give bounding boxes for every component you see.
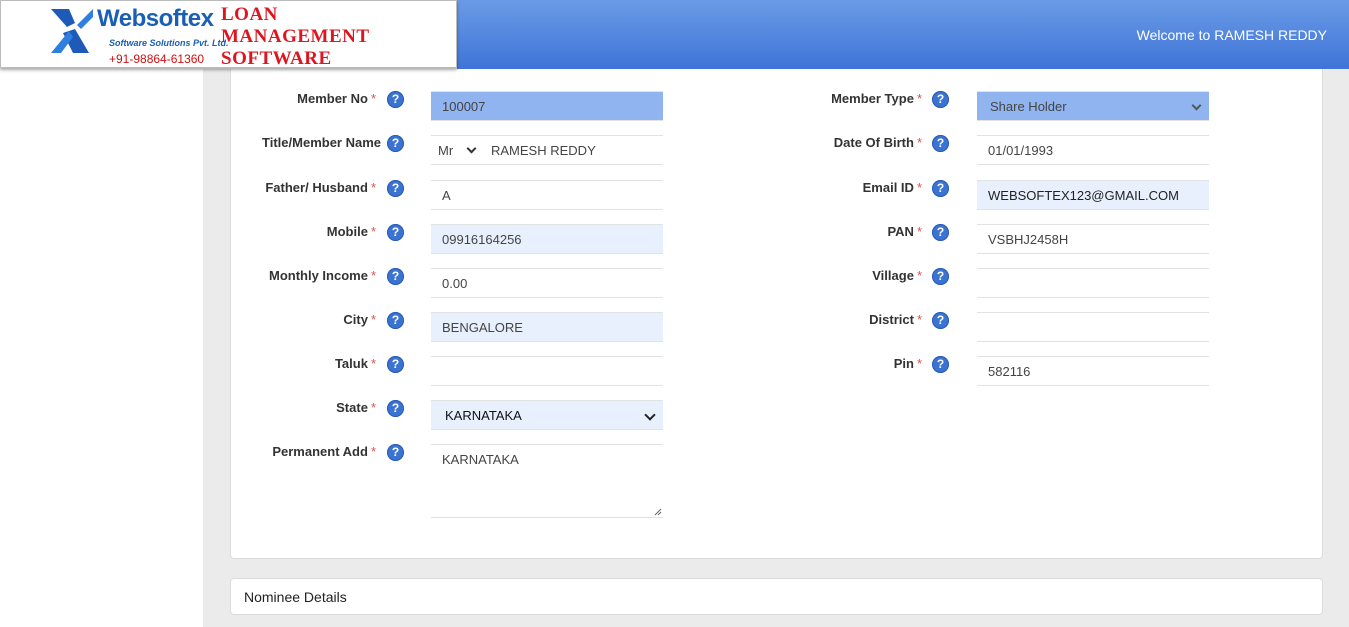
help-icon[interactable]: ?	[387, 268, 404, 285]
help-icon[interactable]: ?	[932, 268, 949, 285]
pin-label: Pin *	[893, 356, 922, 371]
state-label: State *	[336, 400, 376, 415]
help-icon[interactable]: ?	[387, 444, 404, 461]
help-icon[interactable]: ?	[387, 312, 404, 329]
help-icon[interactable]: ?	[387, 400, 404, 417]
help-icon[interactable]: ?	[932, 224, 949, 241]
member-type-label: Member Type *	[831, 91, 922, 106]
title-member-name-label: Title/Member Name	[262, 135, 381, 150]
member-type-select[interactable]: Share Holder	[977, 91, 1209, 121]
brand-name: Websoftex	[97, 5, 214, 32]
monthly-income-field[interactable]: 0.00	[431, 268, 663, 298]
taluk-label: Taluk *	[334, 356, 376, 371]
main-content: Member No * ? 100007 Title/Member Name ? …	[203, 69, 1349, 627]
member-name-input[interactable]: RAMESH REDDY	[491, 143, 596, 158]
help-icon[interactable]: ?	[932, 180, 949, 197]
brand-subtitle: Software Solutions Pvt. Ltd.	[109, 38, 229, 48]
product-title-line3: SOFTWARE	[221, 48, 332, 69]
member-no-label: Member No *	[297, 91, 376, 106]
help-icon[interactable]: ?	[387, 224, 404, 241]
top-bar: Welcome to RAMESH REDDY	[457, 0, 1349, 69]
logo[interactable]: Websoftex Software Solutions Pvt. Ltd. +…	[0, 0, 457, 70]
father-husband-label: Father/ Husband *	[265, 180, 376, 195]
help-icon[interactable]: ?	[932, 91, 949, 108]
sidebar	[0, 69, 203, 627]
city-field[interactable]: BENGALORE	[431, 312, 663, 342]
help-icon[interactable]: ?	[387, 356, 404, 373]
pin-field[interactable]: 582116	[977, 356, 1209, 386]
resize-handle-icon[interactable]	[654, 508, 662, 516]
title-select[interactable]: Mr	[438, 143, 453, 158]
permanent-address-textarea[interactable]: KARNATAKA	[431, 444, 663, 518]
district-label: District *	[869, 312, 922, 327]
brand-phone: +91-98864-61360	[109, 52, 205, 66]
member-no-field[interactable]: 100007	[431, 91, 663, 121]
village-field[interactable]	[977, 268, 1209, 298]
chevron-down-icon	[466, 143, 477, 154]
father-husband-field[interactable]: A	[431, 180, 663, 210]
websoftex-logo-icon	[51, 9, 93, 53]
date-of-birth-field[interactable]: 01/01/1993	[977, 135, 1209, 165]
member-name-field[interactable]: Mr RAMESH REDDY	[431, 135, 663, 165]
member-details-card: Member No * ? 100007 Title/Member Name ? …	[230, 69, 1323, 559]
pan-label: PAN *	[887, 224, 922, 239]
help-icon[interactable]: ?	[932, 135, 949, 152]
product-title-line1: LOAN	[221, 4, 278, 25]
monthly-income-label: Monthly Income *	[268, 268, 376, 283]
help-icon[interactable]: ?	[387, 91, 404, 108]
state-select[interactable]: KARNATAKA	[431, 400, 663, 430]
district-field[interactable]	[977, 312, 1209, 342]
email-id-label: Email ID *	[862, 180, 922, 195]
help-icon[interactable]: ?	[932, 356, 949, 373]
welcome-text: Welcome to RAMESH REDDY	[1136, 27, 1327, 43]
nominee-details-panel[interactable]: Nominee Details	[230, 578, 1323, 615]
nominee-details-title: Nominee Details	[244, 589, 347, 605]
help-icon[interactable]: ?	[387, 180, 404, 197]
taluk-field[interactable]	[431, 356, 663, 386]
product-title-line2: MANAGEMENT	[221, 26, 370, 47]
product-title: LOAN MANAGEMENT SOFTWARE	[221, 4, 370, 70]
mobile-label: Mobile *	[326, 224, 376, 239]
pan-field[interactable]: VSBHJ2458H	[977, 224, 1209, 254]
email-id-field[interactable]: WEBSOFTEX123@GMAIL.COM	[977, 180, 1209, 210]
permanent-address-label: Permanent Add *	[272, 444, 376, 459]
help-icon[interactable]: ?	[932, 312, 949, 329]
permanent-address-value: KARNATAKA	[442, 452, 519, 467]
help-icon[interactable]: ?	[387, 135, 404, 152]
date-of-birth-label: Date Of Birth *	[833, 135, 922, 150]
city-label: City *	[343, 312, 376, 327]
header: Websoftex Software Solutions Pvt. Ltd. +…	[0, 0, 1349, 69]
mobile-field[interactable]: 09916164256	[431, 224, 663, 254]
village-label: Village *	[872, 268, 922, 283]
